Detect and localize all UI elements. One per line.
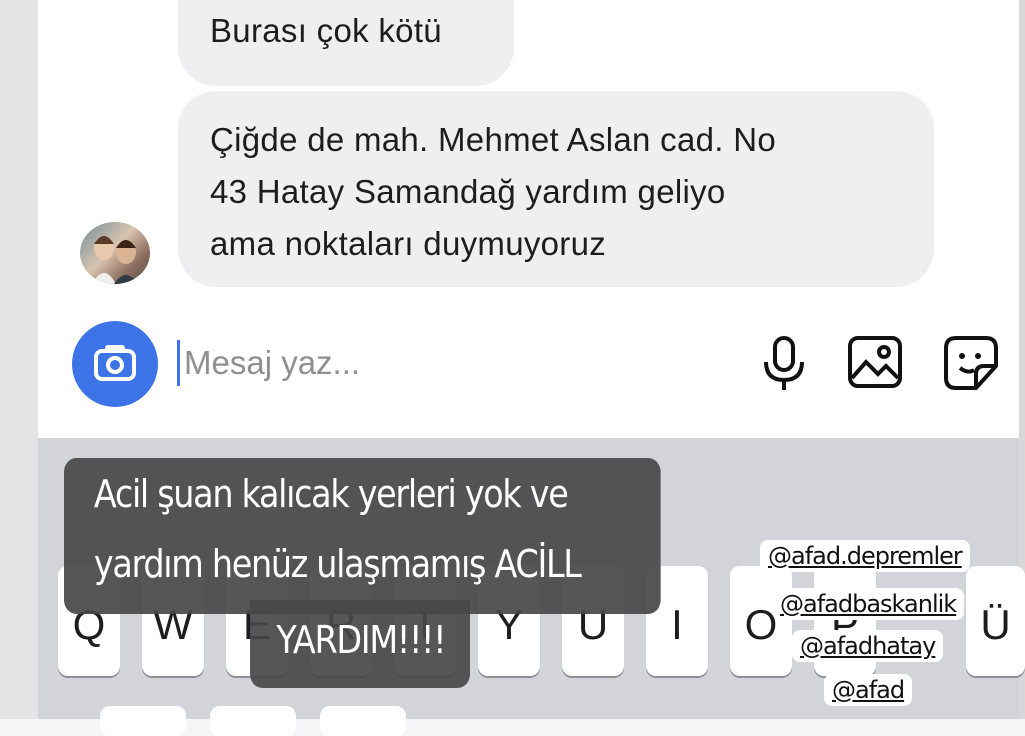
- gallery-icon: [848, 336, 902, 388]
- message-line: 43 Hatay Samandağ yardım geliyo: [210, 173, 726, 210]
- message-input[interactable]: [184, 336, 684, 390]
- story-caption-tail: YARDIM!!!!: [250, 600, 470, 688]
- sticker-icon: [944, 336, 998, 390]
- caption-line: yardım henüz ulaşmamış ACİLL: [93, 542, 582, 586]
- message-line: Çiğde de mah. Mehmet Aslan cad. No: [210, 121, 776, 158]
- left-border: [0, 0, 38, 719]
- microphone-button[interactable]: [754, 332, 814, 394]
- mention-tag[interactable]: @afad: [824, 674, 913, 706]
- message-bubble[interactable]: Burası çok kötü: [178, 0, 514, 86]
- story-caption: Acil şuan kalıcak yerleri yok ve yardım …: [64, 458, 661, 614]
- gallery-button[interactable]: [846, 332, 906, 394]
- message-text: Burası çok kötü: [210, 12, 442, 49]
- text-cursor: [177, 340, 180, 386]
- mention-tag[interactable]: @afadhatay: [792, 630, 944, 662]
- mention-tag[interactable]: @afadbaskanlik: [772, 588, 965, 620]
- caption-line: Acil şuan kalıcak yerleri yok ve: [93, 472, 569, 516]
- caption-line: YARDIM!!!!: [276, 618, 446, 662]
- message-line: ama noktaları duymuyoruz: [210, 225, 607, 262]
- key-o[interactable]: O: [730, 566, 792, 676]
- mention-tag[interactable]: @afad.depremler: [760, 540, 970, 572]
- camera-button[interactable]: [72, 321, 158, 407]
- key-row-second[interactable]: [100, 706, 186, 736]
- key-u-umlaut[interactable]: Ü: [966, 566, 1025, 676]
- message-bubble[interactable]: Çiğde de mah. Mehmet Aslan cad. No 43 Ha…: [178, 91, 934, 287]
- sticker-button[interactable]: [942, 332, 1002, 394]
- avatar[interactable]: [80, 222, 150, 284]
- key-row-second[interactable]: [210, 706, 296, 736]
- microphone-icon: [764, 336, 804, 390]
- camera-icon: [94, 345, 136, 381]
- key-row-second[interactable]: [320, 706, 406, 736]
